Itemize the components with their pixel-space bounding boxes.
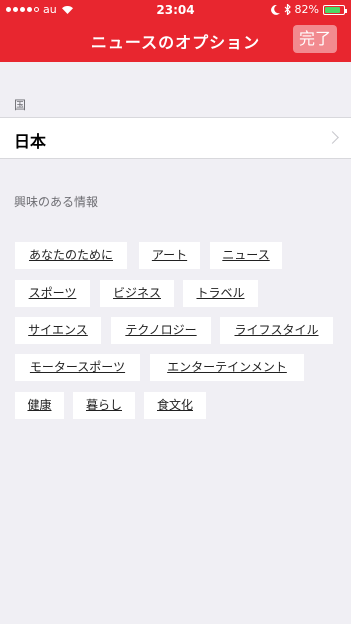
navigation-bar: ニュースのオプション 完了 — [0, 20, 351, 62]
interest-tag[interactable]: ビジネス — [100, 280, 174, 307]
country-section-label: 国 — [14, 98, 27, 112]
interest-tag[interactable]: テクノロジー — [111, 317, 211, 344]
interest-tag[interactable]: サイエンス — [15, 317, 101, 344]
moon-icon — [270, 4, 280, 15]
battery-percent: 82% — [294, 3, 319, 16]
chevron-right-icon — [326, 131, 339, 144]
country-row[interactable]: 日本 — [0, 117, 351, 159]
interest-tag[interactable]: スポーツ — [15, 280, 90, 307]
done-button[interactable]: 完了 — [292, 25, 337, 53]
interest-tag[interactable]: あなたのために — [15, 242, 127, 269]
interest-tag[interactable]: アート — [139, 242, 200, 269]
country-value: 日本 — [14, 132, 47, 151]
battery-icon — [323, 4, 347, 15]
bluetooth-icon — [284, 4, 291, 15]
interests-section-label: 興味のある情報 — [14, 195, 99, 209]
header-bar: au 23:04 82% ニュースのオプション 完了 — [0, 0, 351, 62]
interest-tag[interactable]: 健康 — [15, 392, 64, 419]
status-bar: au 23:04 82% — [0, 0, 351, 20]
interest-tag[interactable]: ライフスタイル — [220, 317, 333, 344]
interest-tag[interactable]: 暮らし — [73, 392, 135, 419]
interest-tag[interactable]: ニュース — [210, 242, 282, 269]
interest-tag[interactable]: モータースポーツ — [15, 354, 140, 381]
interest-tag[interactable]: エンターテインメント — [150, 354, 304, 381]
interest-tag[interactable]: 食文化 — [144, 392, 206, 419]
interest-tag[interactable]: トラベル — [183, 280, 258, 307]
status-right: 82% — [270, 3, 347, 16]
